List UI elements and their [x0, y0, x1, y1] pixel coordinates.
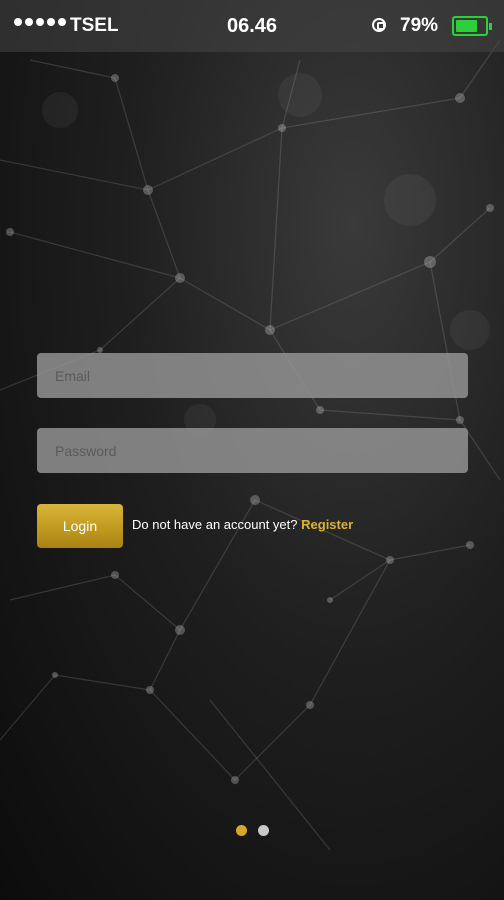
- status-bar: TSEL 06.46 79%: [0, 0, 504, 52]
- register-prompt-row: Do not have an account yet? Register: [132, 517, 353, 532]
- page-dot-inactive[interactable]: [258, 825, 269, 836]
- register-prompt-text: Do not have an account yet?: [132, 517, 298, 532]
- page-indicator: [236, 825, 280, 836]
- orientation-lock-icon: [372, 18, 386, 32]
- password-input[interactable]: [37, 428, 468, 473]
- login-screen: TSEL 06.46 79% Login Do not have an acco…: [0, 0, 504, 900]
- page-dot-active[interactable]: [236, 825, 247, 836]
- battery-icon: [452, 16, 492, 36]
- battery-level-fill: [456, 20, 478, 32]
- battery-percentage: 79%: [400, 15, 439, 36]
- login-button[interactable]: Login: [37, 504, 123, 548]
- email-input[interactable]: [37, 353, 468, 398]
- register-link[interactable]: Register: [301, 517, 353, 532]
